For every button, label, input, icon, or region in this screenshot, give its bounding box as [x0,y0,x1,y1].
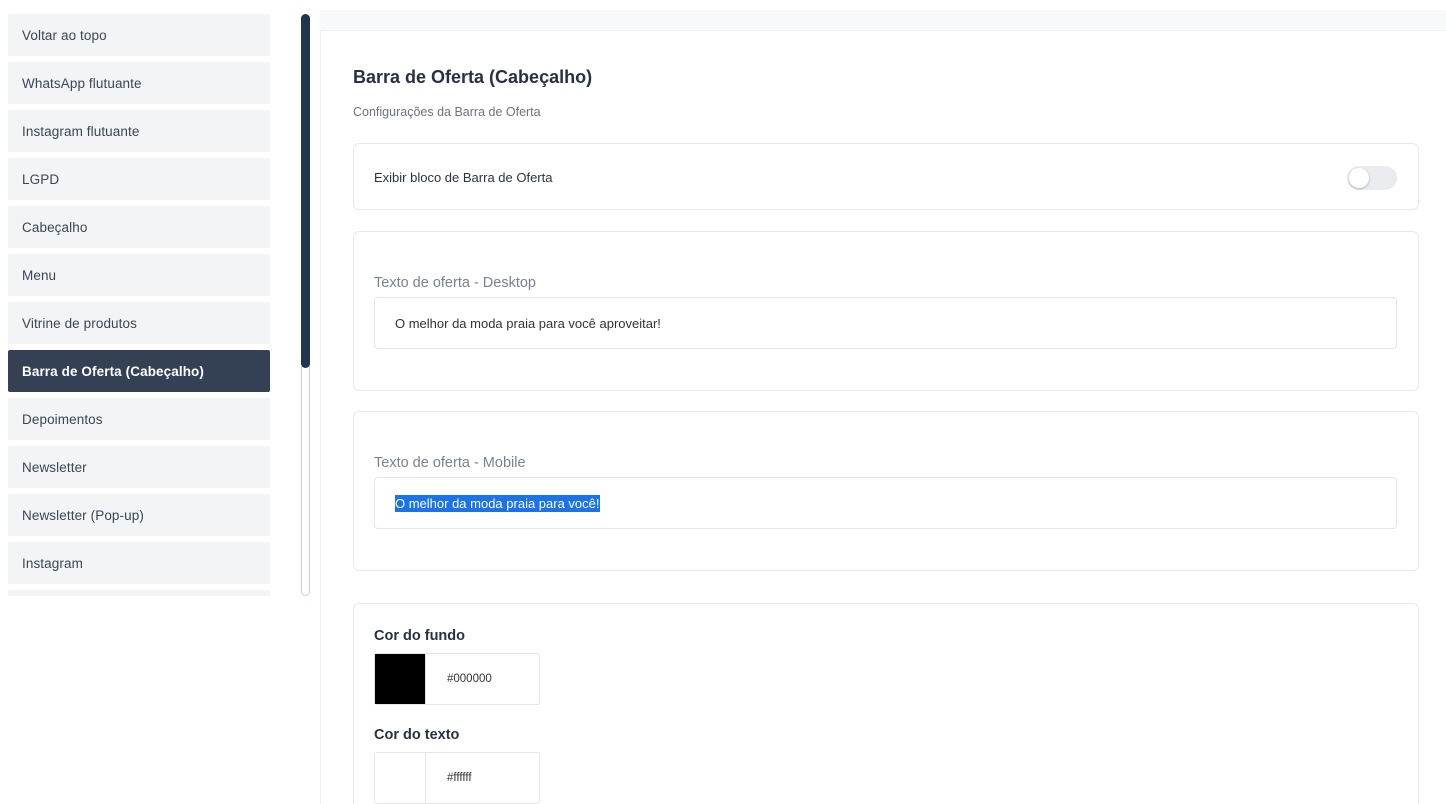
settings-sidebar: Voltar ao topo WhatsApp flutuante Instag… [8,14,270,596]
sidebar-item-barra-de-oferta[interactable]: Barra de Oferta (Cabeçalho) [8,350,270,392]
sidebar-item-newsletter[interactable]: Newsletter [8,446,270,488]
sidebar-item-label: Instagram [22,555,83,571]
mobile-text-value: O melhor da moda praia para você! [395,494,600,512]
sidebar-item-label: Menu [22,267,57,283]
toggle-knob [1349,168,1369,188]
desktop-text-card: Texto de oferta - Desktop O melhor da mo… [353,231,1419,391]
page-title: Barra de Oferta (Cabeçalho) [353,67,593,87]
text-color-picker[interactable]: #ffffff [374,752,540,804]
sidebar-item-lgpd[interactable]: LGPD [8,158,270,200]
mobile-text-label: Texto de oferta - Mobile [374,455,526,471]
sidebar-item-voltar-ao-topo[interactable]: Voltar ao topo [8,14,270,56]
sidebar-item-label: LGPD [22,171,60,187]
sidebar-scrollbar-thumb[interactable] [301,14,310,368]
background-color-label: Cor do fundo [374,628,466,644]
sidebar-item-label: Newsletter [22,459,87,475]
toggle-label: Exibir bloco de Barra de Oferta [374,170,553,185]
mobile-text-input[interactable]: O melhor da moda praia para você! [374,477,1397,529]
sidebar-item-label: Cabeçalho [22,219,88,235]
sidebar-item-menu[interactable]: Menu [8,254,270,296]
sidebar-item-label: Barra de Oferta (Cabeçalho) [22,363,205,379]
background-color-hex[interactable]: #000000 [426,654,539,704]
sidebar-item-instagram-flutuante[interactable]: Instagram flutuante [8,110,270,152]
text-color-swatch[interactable] [375,753,426,803]
sidebar-item-label: Voltar ao topo [22,27,107,43]
settings-panel: Barra de Oferta (Cabeçalho) Configuraçõe… [320,30,1446,804]
sidebar-item-whatsapp-flutuante[interactable]: WhatsApp flutuante [8,62,270,104]
desktop-text-label: Texto de oferta - Desktop [374,275,536,291]
sidebar-item-partial[interactable] [8,590,270,596]
mobile-text-card: Texto de oferta - Mobile O melhor da mod… [353,411,1419,571]
sidebar-item-instagram[interactable]: Instagram [8,542,270,584]
sidebar-item-label: Depoimentos [22,411,103,427]
sidebar-item-vitrine-de-produtos[interactable]: Vitrine de produtos [8,302,270,344]
sidebar-item-newsletter-popup[interactable]: Newsletter (Pop-up) [8,494,270,536]
sidebar-item-label: Newsletter (Pop-up) [22,507,144,523]
colors-card: Cor do fundo #000000 Cor do texto #fffff… [353,603,1419,804]
toggle-card: Exibir bloco de Barra de Oferta [353,143,1419,210]
show-offer-bar-toggle[interactable] [1347,166,1397,190]
desktop-text-value: O melhor da moda praia para você aprovei… [395,315,661,331]
sidebar-item-label: Vitrine de produtos [22,315,137,331]
sidebar-item-label: Instagram flutuante [22,123,140,139]
background-color-picker[interactable]: #000000 [374,653,540,705]
main-area: Barra de Oferta (Cabeçalho) Configuraçõe… [320,10,1446,804]
desktop-text-input[interactable]: O melhor da moda praia para você aprovei… [374,297,1397,349]
sidebar-item-cabecalho[interactable]: Cabeçalho [8,206,270,248]
background-color-swatch[interactable] [375,654,426,704]
page-subtitle: Configurações da Barra de Oferta [353,105,541,119]
sidebar-item-label: WhatsApp flutuante [22,75,142,91]
text-color-hex[interactable]: #ffffff [426,753,539,803]
text-color-label: Cor do texto [374,727,460,743]
sidebar-item-depoimentos[interactable]: Depoimentos [8,398,270,440]
